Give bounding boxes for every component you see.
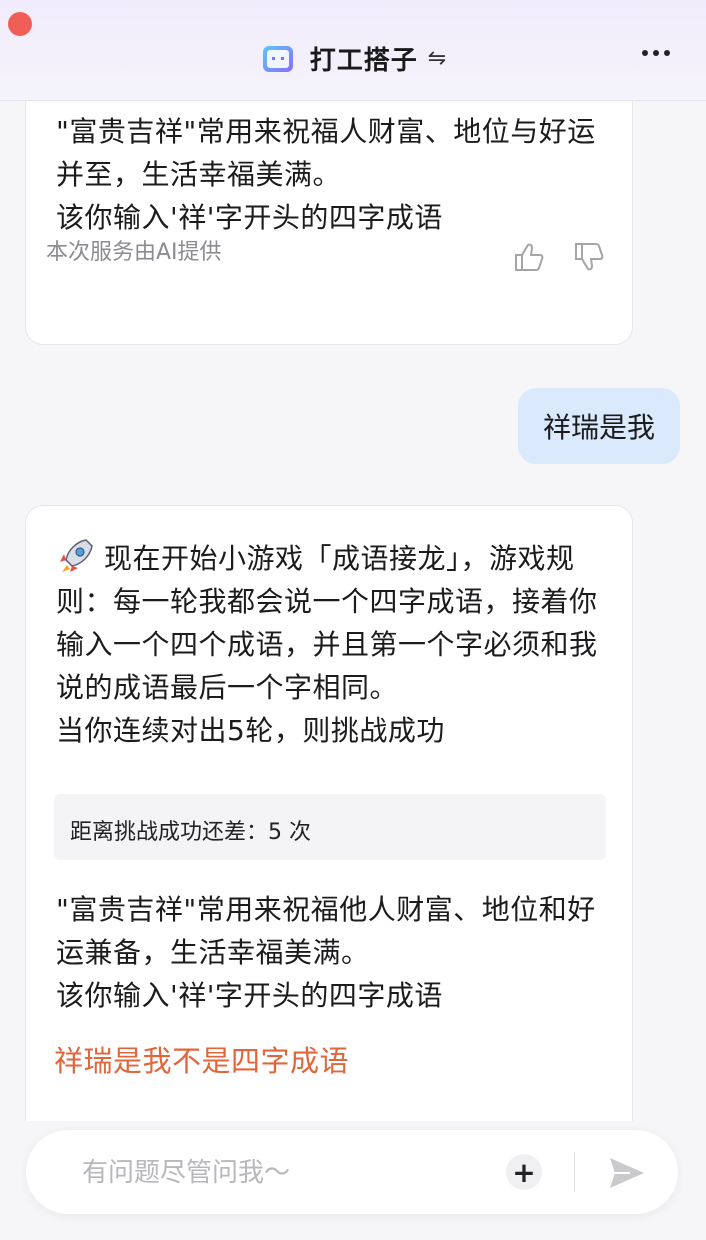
challenge-counter: 距离挑战成功还差：5 次: [54, 794, 606, 860]
app-logo-icon: [262, 45, 293, 72]
game-intro-text: 现在开始小游戏「成语接龙」，游戏规则：每一轮我都会说一个四字成语，接着你输入一个…: [56, 542, 598, 747]
rocket-icon: [60, 539, 93, 572]
thumb-down-icon[interactable]: [572, 240, 606, 274]
window-close-button[interactable]: [8, 12, 32, 36]
divider: [574, 1152, 575, 1192]
header: 打工搭子 ⇋: [0, 0, 706, 101]
ai-message-text: "富贵吉祥"常用来祝福人财富、地位与好运并至，生活幸福美满。 该你输入'祥'字开…: [56, 115, 596, 234]
user-message-bubble: 祥瑞是我: [518, 388, 680, 464]
more-icon[interactable]: [642, 50, 670, 56]
chat-app: 打工搭子 ⇋ "富贵吉祥"常用来祝福人财富、地位与好运并至，生活幸福美满。 该你…: [0, 0, 706, 1240]
provider-note: 本次服务由AI提供: [46, 240, 222, 265]
chat-input[interactable]: [80, 1148, 494, 1198]
ai-message-bubble: 现在开始小游戏「成语接龙」，游戏规则：每一轮我都会说一个四字成语，接着你输入一个…: [25, 505, 633, 1121]
input-bar: +: [26, 1130, 678, 1214]
challenge-counter-text: 距离挑战成功还差：5 次: [70, 820, 311, 845]
user-message-text: 祥瑞是我: [542, 411, 655, 444]
ai-message-bubble: "富贵吉祥"常用来祝福人财富、地位与好运并至，生活幸福美满。 该你输入'祥'字开…: [25, 101, 633, 345]
title-area[interactable]: 打工搭子 ⇋: [0, 40, 706, 77]
game-intro: 现在开始小游戏「成语接龙」，游戏规则：每一轮我都会说一个四字成语，接着你输入一个…: [56, 536, 604, 752]
swap-icon[interactable]: ⇋: [428, 46, 446, 71]
warning-text: 祥瑞是我不是四字成语: [54, 1044, 350, 1078]
plus-icon[interactable]: +: [506, 1154, 542, 1190]
chat-area[interactable]: "富贵吉祥"常用来祝福人财富、地位与好运并至，生活幸福美满。 该你输入'祥'字开…: [0, 101, 706, 1121]
ai-message-text: "富贵吉祥"常用来祝福他人财富、地位和好运兼备，生活幸福美满。 该你输入'祥'字…: [56, 893, 596, 1012]
send-icon[interactable]: [606, 1152, 648, 1194]
page-title: 打工搭子: [309, 46, 418, 76]
thumb-up-icon[interactable]: [512, 240, 546, 274]
